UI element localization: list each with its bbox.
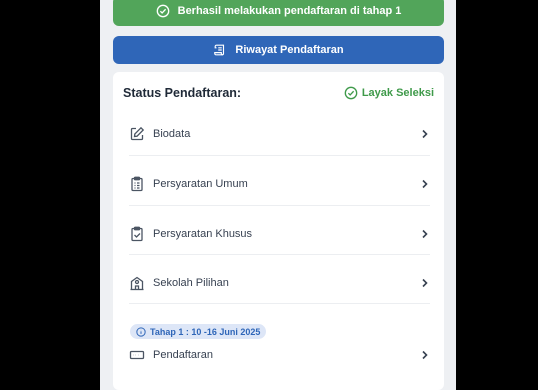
divider bbox=[129, 155, 430, 156]
divider bbox=[129, 303, 430, 304]
registration-history-label: Riwayat Pendaftaran bbox=[235, 44, 344, 56]
divider bbox=[129, 205, 430, 206]
check-circle-icon bbox=[156, 4, 170, 18]
clipboard-list-icon bbox=[129, 176, 145, 192]
school-icon bbox=[129, 275, 145, 291]
menu-item-label: Persyaratan Khusus bbox=[153, 228, 253, 240]
menu-item-registration[interactable]: Pendaftaran bbox=[129, 338, 430, 372]
phase-label: Tahap 1 : 10 -16 Juni 2025 bbox=[150, 326, 261, 337]
phone-screen: Berhasil melakukan pendaftaran di tahap … bbox=[100, 0, 456, 390]
menu-item-biodata[interactable]: Biodata bbox=[129, 117, 430, 151]
chevron-right-icon bbox=[420, 278, 430, 288]
phase-badge: Tahap 1 : 10 -16 Juni 2025 bbox=[130, 324, 267, 339]
divider bbox=[129, 254, 430, 255]
menu-item-special-requirements[interactable]: Persyaratan Khusus bbox=[129, 217, 430, 251]
status-card-title: Status Pendaftaran: bbox=[123, 86, 242, 100]
menu-item-label: Biodata bbox=[153, 128, 191, 140]
registration-history-button[interactable]: Riwayat Pendaftaran bbox=[113, 36, 444, 64]
chevron-right-icon bbox=[420, 129, 430, 139]
eligibility-status: Layak Seleksi bbox=[344, 86, 434, 100]
form-icon bbox=[129, 347, 145, 363]
scroll-icon bbox=[213, 43, 227, 57]
menu-item-label: Persyaratan Umum bbox=[153, 178, 248, 190]
menu-item-general-requirements[interactable]: Persyaratan Umum bbox=[129, 167, 430, 201]
chevron-right-icon bbox=[420, 179, 430, 189]
success-banner-text: Berhasil melakukan pendaftaran di tahap … bbox=[177, 5, 402, 17]
eligibility-label: Layak Seleksi bbox=[361, 87, 434, 99]
success-banner: Berhasil melakukan pendaftaran di tahap … bbox=[113, 0, 444, 26]
info-icon bbox=[136, 326, 146, 337]
chevron-right-icon bbox=[420, 229, 430, 239]
chevron-right-icon bbox=[420, 350, 430, 360]
menu-item-chosen-school[interactable]: Sekolah Pilihan bbox=[129, 266, 430, 300]
edit-icon bbox=[129, 126, 145, 142]
menu-item-label: Sekolah Pilihan bbox=[153, 277, 229, 289]
registration-status-card: Status Pendaftaran: Layak Seleksi Biodat… bbox=[113, 72, 444, 390]
menu-item-label: Pendaftaran bbox=[153, 349, 213, 361]
status-card-header: Status Pendaftaran: Layak Seleksi bbox=[123, 84, 434, 102]
check-circle-icon bbox=[344, 86, 358, 100]
clipboard-check-icon bbox=[129, 226, 145, 242]
